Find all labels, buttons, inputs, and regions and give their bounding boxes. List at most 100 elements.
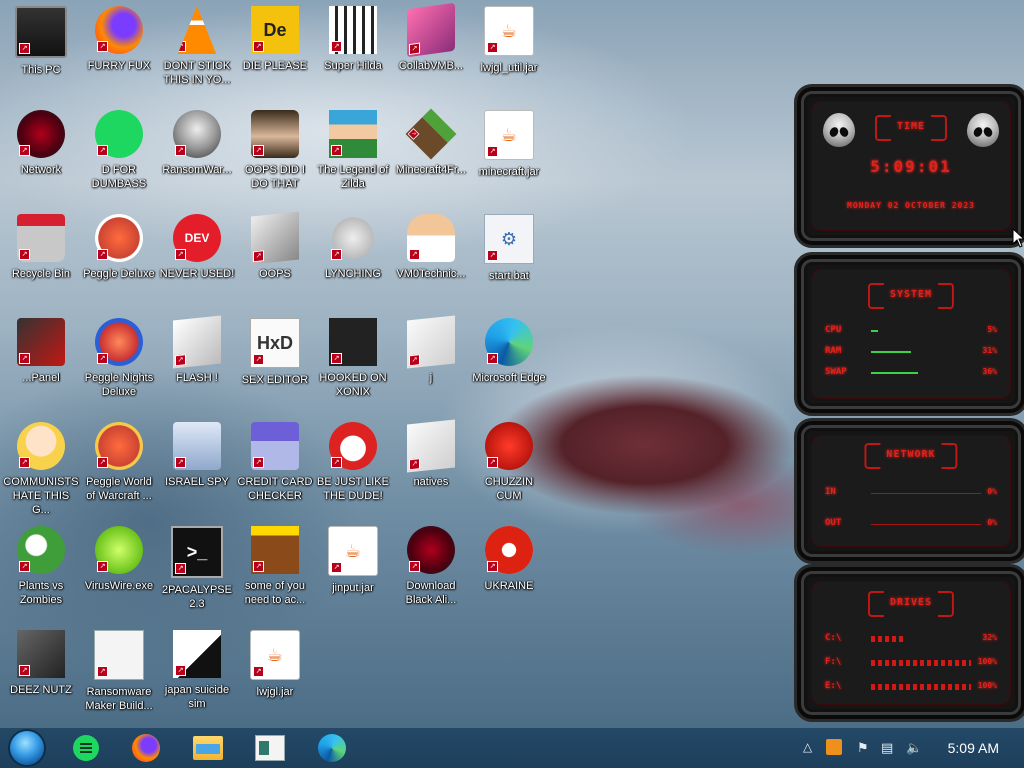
taskbar-app[interactable]: [130, 732, 162, 764]
desktop-icon[interactable]: ↗ ...Panel: [2, 312, 80, 416]
desktop-icon[interactable]: ↗ natives: [392, 416, 470, 520]
shortcut-badge-icon: ↗: [19, 43, 30, 54]
desktop[interactable]: ↗ This PC ↗ FURRY FUX ↗ DONT STICK THIS IN YO…: [0, 0, 1024, 728]
desktop-icon[interactable]: ↗ FLASH !: [158, 312, 236, 416]
desktop-icon[interactable]: >_ ↗ 2PACALYPSE 2.3: [158, 520, 236, 624]
drives-row-value: 100%: [977, 681, 997, 690]
desktop-icon-label: lwjgl.jar: [256, 686, 294, 698]
desktop-icon[interactable]: ⚙ ↗ start.bat: [470, 208, 548, 312]
desktop-icon[interactable]: ↗ HOOKED ON XONIX: [314, 312, 392, 416]
file-icon: ↗: [407, 315, 455, 369]
desktop-icon[interactable]: ↗ OOPS: [236, 208, 314, 312]
desktop-icon[interactable]: ↗ Ransomware Maker Build...: [80, 624, 158, 728]
desktop-icon[interactable]: ↗ DEEZ NUTZ: [2, 624, 80, 728]
network-icon[interactable]: ▤: [881, 740, 893, 756]
desktop-icon[interactable]: ↗ BE JUST LIKE THE DUDE!: [314, 416, 392, 520]
shortcut-badge-icon: ↗: [97, 561, 108, 572]
orange-app-icon[interactable]: [826, 739, 842, 755]
chevron-up-icon[interactable]: △: [803, 740, 812, 754]
desktop-icon[interactable]: ↗ Download Black Ali...: [392, 520, 470, 624]
desktop-icon-label: Peggle Deluxe: [83, 268, 155, 280]
drives-row: F:\ 100%: [825, 657, 997, 669]
network-row-value: 0%: [987, 487, 997, 496]
drives-row-value: 100%: [977, 657, 997, 666]
desktop-icon[interactable]: ↗ CollabVMB...: [392, 0, 470, 104]
network-widget: NETWORK IN 0% OUT 0%: [794, 418, 1024, 564]
desktop-icon[interactable]: ☕ ↗ jinput.jar: [314, 520, 392, 624]
shortcut-badge-icon: ↗: [19, 353, 30, 364]
shortcut-badge-icon: ↗: [487, 146, 498, 157]
system-usage-bar: [871, 372, 918, 374]
desktop-icon[interactable]: ↗ j: [392, 312, 470, 416]
oops-box-icon: ↗: [251, 211, 299, 265]
desktop-icon[interactable]: ↗ Peggle Nights Deluxe: [80, 312, 158, 416]
desktop-icon[interactable]: ↗ Peggle Deluxe: [80, 208, 158, 312]
desktop-icon[interactable]: ↗ This PC: [2, 0, 80, 104]
desktop-icon[interactable]: ↗ some of you need to ac...: [236, 520, 314, 624]
desktop-icon[interactable]: ↗ LYNCHING: [314, 208, 392, 312]
shortcut-badge-icon: ↗: [175, 457, 186, 468]
desktop-icon[interactable]: De ↗ DIE PLEASE: [236, 0, 314, 104]
volume-icon[interactable]: 🔈: [906, 740, 922, 756]
desktop-icon[interactable]: ↗ Recycle Bin: [2, 208, 80, 312]
taskbar-app[interactable]: [192, 732, 224, 764]
desktop-icon[interactable]: ↗ Network: [2, 104, 80, 208]
desktop-icon[interactable]: ↗ OOPS DID I DO THAT: [236, 104, 314, 208]
desktop-icon[interactable]: ↗ UKRAINE: [470, 520, 548, 624]
credit-card-icon: ↗: [251, 422, 299, 470]
shortcut-badge-icon: ↗: [97, 41, 108, 52]
desktop-icon[interactable]: ↗ RansomWar...: [158, 104, 236, 208]
desktop-icon[interactable]: ↗ VirusWire.exe: [80, 520, 158, 624]
desktop-icon-label: Peggle World of Warcraft ...: [86, 476, 152, 502]
desktop-icon[interactable]: DEV ↗ NEVER USED!: [158, 208, 236, 312]
edge-icon: [318, 734, 346, 762]
shortcut-badge-icon: ↗: [487, 353, 498, 364]
doctor-icon: ↗: [407, 214, 455, 262]
drives-header: DRIVES: [867, 591, 955, 617]
flag-icon[interactable]: ⚑: [857, 740, 869, 756]
pixel-art-icon: ↗: [329, 6, 377, 54]
desktop-icon[interactable]: ↗ Super Hilda: [314, 0, 392, 104]
desktop-icon[interactable]: ↗ CREDIT CARD CHECKER: [236, 416, 314, 520]
taskbar-app[interactable]: [70, 732, 102, 764]
desktop-icon-label: OOPS DID I DO THAT: [245, 164, 305, 190]
shortcut-badge-icon: ↗: [331, 145, 342, 156]
lime-icon: ↗: [95, 526, 143, 574]
file-explorer-icon: [193, 736, 223, 760]
flash-icon: ↗: [173, 315, 221, 369]
desktop-icon[interactable]: ☕ ↗ lwjgl.jar: [236, 624, 314, 728]
desktop-icon[interactable]: ☕ ↗ minecraft.jar: [470, 104, 548, 208]
taskbar-app[interactable]: [254, 732, 286, 764]
radiation-icon: ↗: [485, 526, 533, 574]
drives-row-name: C:\: [825, 633, 842, 643]
drives-usage-bar: [871, 684, 971, 690]
stack-icon: ↗: [17, 630, 65, 678]
desktop-icon-label: VM0Technic...: [396, 268, 466, 280]
desktop-icon[interactable]: HxD ↗ SEX EDITOR: [236, 312, 314, 416]
desktop-icon-label: This PC: [21, 64, 61, 76]
desktop-icon[interactable]: ↗ DONT STICK THIS IN YO...: [158, 0, 236, 104]
desktop-icon[interactable]: ↗ COMMUNISTS HATE THIS G...: [2, 416, 80, 520]
desktop-icon[interactable]: ↗ FURRY FUX: [80, 0, 158, 104]
desktop-icon[interactable]: ↗ Minecraft4Fr...: [392, 104, 470, 208]
desktop-icon-label: FURRY FUX: [87, 60, 151, 72]
desktop-icon-label: OOPS: [259, 268, 291, 280]
desktop-icon[interactable]: ↗ Microsoft Edge: [470, 312, 548, 416]
desktop-icon-label: ISRAEL SPY: [165, 476, 229, 488]
taskbar-clock[interactable]: 5:09 AM: [948, 740, 999, 756]
desktop-icon[interactable]: ↗ CHUZZIN CUM: [470, 416, 548, 520]
desktop-icon[interactable]: ↗ VM0Technic...: [392, 208, 470, 312]
desktop-icon[interactable]: ↗ D FOR DUMBASS: [80, 104, 158, 208]
desktop-icon[interactable]: ☕ ↗ lwjgl_util.jar: [470, 0, 548, 104]
pixel-hero-icon: ↗: [329, 110, 377, 158]
shortcut-badge-icon: ↗: [97, 249, 108, 260]
desktop-icon[interactable]: ↗ ISRAEL SPY: [158, 416, 236, 520]
taskbar-app[interactable]: [316, 732, 348, 764]
widget-clock: 5:09:01: [870, 157, 952, 176]
start-button[interactable]: [8, 729, 46, 767]
desktop-icon[interactable]: ↗ Peggle World of Warcraft ...: [80, 416, 158, 520]
desktop-icon[interactable]: ↗ Plants vs Zombies: [2, 520, 80, 624]
shortcut-badge-icon: ↗: [331, 353, 342, 364]
desktop-icon[interactable]: ↗ japan suicide sim: [158, 624, 236, 728]
desktop-icon[interactable]: ↗ The Legend of Zilda: [314, 104, 392, 208]
